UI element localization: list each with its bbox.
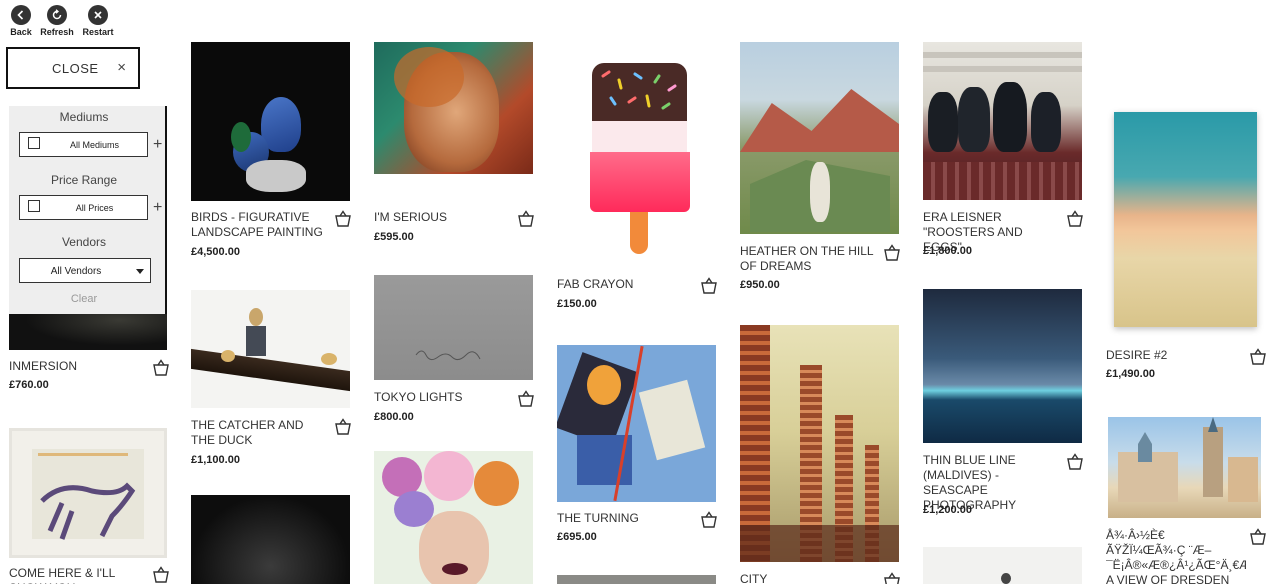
product-title[interactable]: THE TURNING (557, 511, 692, 526)
chevron-down-icon (136, 269, 144, 274)
mediums-heading: Mediums (59, 110, 109, 124)
artwork-birds[interactable] (191, 42, 350, 201)
restart-label: Restart (82, 27, 114, 37)
mediums-checkbox[interactable] (28, 137, 40, 149)
refresh-button[interactable]: Refresh (37, 5, 77, 37)
refresh-label: Refresh (40, 27, 74, 37)
shopping-bag-icon[interactable] (517, 210, 535, 228)
artwork-partial-col6[interactable] (923, 547, 1082, 584)
vendors-value: All Vendors (50, 266, 102, 277)
shopping-bag-icon[interactable] (883, 244, 901, 262)
refresh-icon (47, 5, 67, 25)
shopping-bag-icon[interactable] (517, 390, 535, 408)
price-checkbox[interactable] (28, 200, 40, 212)
close-label: CLOSE (52, 60, 99, 76)
product-title[interactable]: FAB CRAYON (557, 277, 692, 292)
restart-button[interactable]: Restart (78, 5, 118, 37)
mediums-value: All Mediums (69, 140, 119, 150)
shopping-bag-icon[interactable] (334, 418, 352, 436)
product-price: £595.00 (374, 231, 414, 243)
shopping-bag-icon[interactable] (1249, 528, 1267, 546)
artwork-heather[interactable] (740, 42, 899, 234)
artwork-roosters[interactable] (923, 42, 1082, 200)
product-price: £150.00 (557, 298, 597, 310)
product-price: £800.00 (374, 411, 414, 423)
product-title[interactable]: BIRDS - FIGURATIVE LANDSCAPE PAINTING (191, 210, 326, 240)
artwork-flowers[interactable] (374, 451, 533, 584)
price-expand-icon[interactable]: + (153, 199, 162, 217)
shopping-bag-icon[interactable] (883, 572, 901, 584)
back-button[interactable]: Back (1, 5, 41, 37)
shopping-bag-icon[interactable] (700, 277, 718, 295)
product-price: £950.00 (740, 279, 780, 291)
product-title[interactable]: DESIRE #2 (1106, 348, 1241, 363)
product-price: £760.00 (9, 379, 49, 391)
product-price: £1,800.00 (923, 245, 972, 257)
shopping-bag-icon[interactable] (334, 210, 352, 228)
mediums-expand-icon[interactable]: + (153, 136, 162, 154)
artwork-fab-crayon[interactable] (557, 42, 716, 267)
product-title[interactable]: HEATHER ON THE HILL OF DREAMS (740, 244, 885, 274)
product-price: £1,200.00 (923, 504, 972, 516)
product-price: £4,500.00 (191, 246, 240, 258)
artwork-come-here[interactable] (9, 428, 167, 558)
filter-panel: Mediums All Mediums + Price Range All Pr… (9, 106, 167, 314)
close-filters-button[interactable]: CLOSE × (6, 47, 140, 89)
artwork-thin-blue-line[interactable] (923, 289, 1082, 443)
shopping-bag-icon[interactable] (152, 359, 170, 377)
product-title[interactable]: Å¾·Â›½È€ ÃŸŽÏ¼ŒÃ¾·Ç ¨Æ– ¯Ë¡Â®«Æ®¿Â¹¿ÃŒ°Ä… (1106, 528, 1246, 584)
mediums-filter[interactable]: All Mediums (19, 132, 148, 157)
vendors-heading: Vendors (61, 235, 107, 249)
product-title[interactable]: I'M SERIOUS (374, 210, 509, 225)
product-title[interactable]: CITY (740, 572, 875, 584)
product-title[interactable]: INMERSION (9, 359, 149, 374)
shopping-bag-icon[interactable] (1249, 348, 1267, 366)
shopping-bag-icon[interactable] (152, 566, 170, 584)
shopping-bag-icon[interactable] (1066, 210, 1084, 228)
product-title[interactable]: COME HERE & I'LL SHOW YOU SOMETHING (9, 566, 149, 584)
artwork-catcher-duck[interactable] (191, 290, 350, 408)
price-filter[interactable]: All Prices (19, 195, 148, 220)
back-arrow-icon (11, 5, 31, 25)
shopping-bag-icon[interactable] (700, 511, 718, 529)
vendors-select[interactable]: All Vendors (19, 258, 151, 283)
close-x-icon: × (117, 59, 126, 76)
product-price: £1,490.00 (1106, 368, 1155, 380)
artwork-im-serious[interactable] (374, 42, 533, 174)
artwork-tokyo-lights[interactable] (374, 275, 533, 380)
clear-filters-link[interactable]: Clear (9, 293, 159, 305)
product-title[interactable]: TOKYO LIGHTS (374, 390, 509, 405)
product-title[interactable]: THE CATCHER AND THE DUCK (191, 418, 326, 448)
artwork-desire-2[interactable] (1114, 112, 1257, 327)
artwork-partial-col4[interactable] (557, 575, 716, 584)
artwork-the-turning[interactable] (557, 345, 716, 502)
artwork-dresden-palace[interactable] (1108, 417, 1261, 518)
price-value: All Prices (75, 203, 114, 213)
back-label: Back (10, 27, 32, 37)
artwork-city[interactable] (740, 325, 899, 562)
artwork-dark[interactable] (191, 495, 350, 584)
product-price: £1,100.00 (191, 454, 240, 466)
price-heading: Price Range (50, 173, 118, 187)
close-icon (88, 5, 108, 25)
shopping-bag-icon[interactable] (1066, 453, 1084, 471)
product-price: £695.00 (557, 531, 597, 543)
